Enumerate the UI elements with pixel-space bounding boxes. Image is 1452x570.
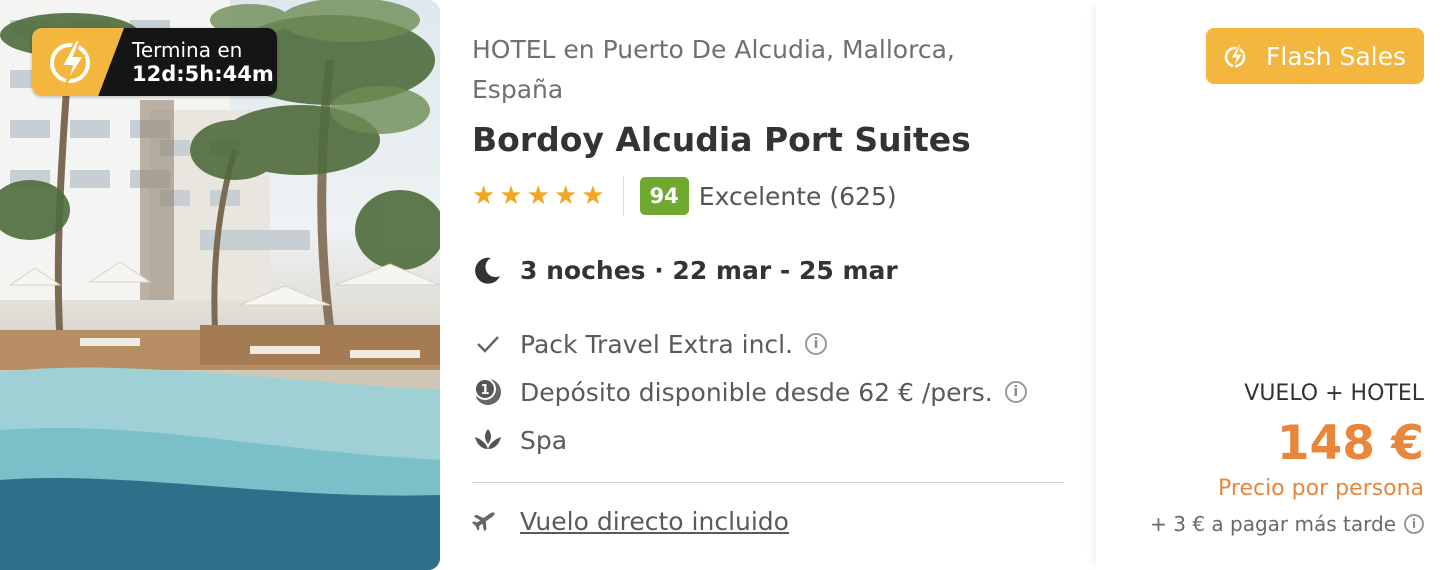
stay-dates-text: 3 noches · 22 mar - 25 mar — [520, 255, 898, 285]
plane-icon — [472, 512, 495, 533]
feature-text: Depósito disponible desde 62 € /pers. — [520, 377, 993, 407]
check-icon — [472, 328, 504, 360]
direct-flight-link[interactable]: Vuelo directo incluido — [520, 507, 789, 536]
package-type: VUELO + HOTEL — [1244, 381, 1424, 406]
feature-item: Spa — [472, 416, 1064, 464]
price-panel: Flash Sales VUELO + HOTEL 148 € Precio p… — [1096, 0, 1452, 570]
hotel-info: HOTEL en Puerto De Alcudia, Mallorca, Es… — [472, 30, 1064, 545]
info-icon[interactable]: i — [1004, 381, 1027, 403]
star-rating: ★ ★ ★ ★ ★ — [472, 183, 605, 209]
countdown-value: 12d:5h:44m — [132, 62, 274, 86]
flash-sales-label: Flash Sales — [1265, 41, 1406, 71]
feature-text: Pack Travel Extra incl. — [520, 329, 794, 359]
star-icon: ★ — [472, 181, 496, 211]
flight-info: Vuelo directo incluido — [472, 497, 1064, 545]
star-icon: ★ — [581, 181, 605, 211]
countdown-label: Termina en — [132, 38, 243, 62]
info-icon[interactable]: i — [1404, 514, 1424, 534]
star-icon: ★ — [553, 181, 578, 211]
stay-dates: 3 noches · 22 mar - 25 mar — [472, 250, 1064, 290]
star-icon: ★ — [526, 181, 550, 211]
rating-row: ★ ★ ★ ★ ★ 94 Excelente (625) — [472, 174, 1064, 218]
hotel-name[interactable]: Bordoy Alcudia Port Suites — [472, 118, 1064, 162]
spa-icon — [472, 424, 504, 456]
rating-divider — [622, 176, 624, 216]
hotel-photo[interactable]: Termina en 12d:5h:44m — [0, 0, 440, 570]
star-icon: ★ — [499, 181, 523, 211]
flash-sales-badge: Flash Sales — [1206, 28, 1424, 84]
extra-cost: + 3 € a pagar más tarde i — [1150, 504, 1424, 544]
deposit-icon: 1 — [472, 376, 504, 408]
price-block: VUELO + HOTEL 148 € Precio por persona +… — [1150, 378, 1424, 544]
review-score-badge: 94 — [639, 177, 689, 215]
hotel-location: HOTEL en Puerto De Alcudia, Mallorca, Es… — [472, 35, 955, 104]
separator — [472, 482, 1064, 483]
features-list: Pack Travel Extra incl. i 1 Depósito dis… — [472, 320, 1064, 464]
feature-text: Spa — [520, 425, 568, 455]
flash-icon — [1224, 43, 1246, 69]
moon-icon — [475, 257, 500, 284]
feature-item: Pack Travel Extra incl. i — [472, 320, 1064, 368]
price-per-person-label: Precio por persona — [1218, 476, 1424, 501]
info-icon[interactable]: i — [805, 333, 828, 355]
extra-cost-text: + 3 € a pagar más tarde — [1150, 512, 1396, 536]
hotel-card[interactable]: Termina en 12d:5h:44m HOTEL en Puerto De… — [0, 0, 1452, 570]
countdown-badge: Termina en 12d:5h:44m — [32, 28, 277, 96]
feature-item: 1 Depósito disponible desde 62 € /pers. … — [472, 368, 1064, 416]
review-summary[interactable]: Excelente (625) — [699, 182, 897, 211]
svg-text:1: 1 — [480, 383, 489, 398]
price-amount[interactable]: 148 € — [1150, 414, 1424, 474]
